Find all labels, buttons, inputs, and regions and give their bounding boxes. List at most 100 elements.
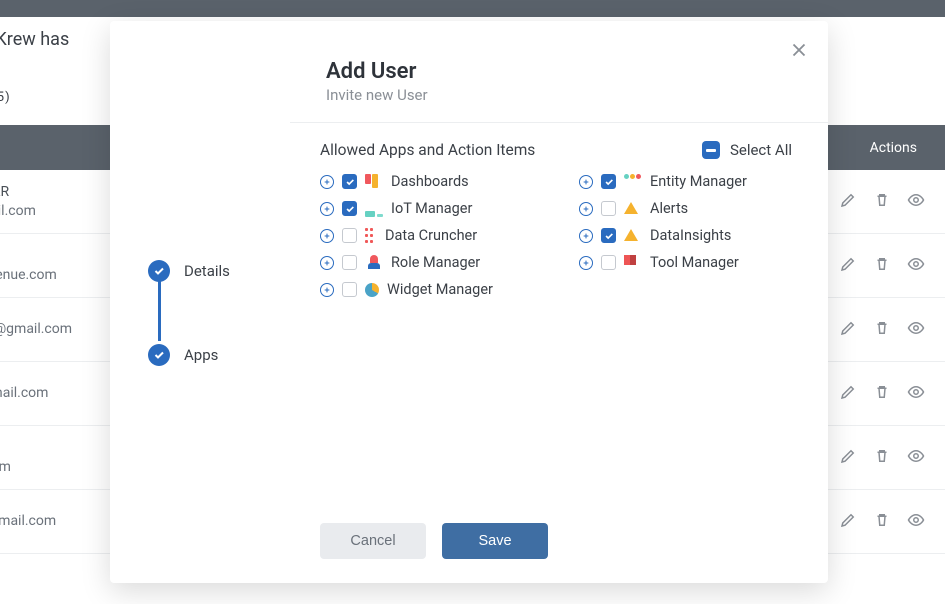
row-actions <box>839 255 945 277</box>
trash-icon[interactable] <box>873 511 891 533</box>
eye-icon[interactable] <box>907 447 925 469</box>
app-item: Widget Manager <box>320 281 533 298</box>
app-item: Tool Manager <box>579 254 792 271</box>
app-label: Widget Manager <box>387 281 493 298</box>
row-actions <box>839 383 945 405</box>
eye-icon[interactable] <box>907 191 925 213</box>
app-item: Role Manager <box>320 254 533 271</box>
app-checkbox[interactable] <box>342 228 357 243</box>
row-text: rasia <-avenue.com <box>0 247 57 285</box>
eye-icon[interactable] <box>907 255 925 277</box>
check-icon <box>148 344 170 366</box>
expand-icon[interactable] <box>320 283 334 297</box>
expand-icon[interactable] <box>579 202 593 216</box>
modal-subtitle: Invite new User <box>326 86 792 104</box>
app-item: Alerts <box>579 200 792 217</box>
edit-icon[interactable] <box>839 447 857 469</box>
eye-icon[interactable] <box>907 319 925 341</box>
expand-icon[interactable] <box>320 229 334 243</box>
app-label: Alerts <box>650 200 688 217</box>
app-icon <box>365 228 377 244</box>
app-item: DataInsights <box>579 227 792 244</box>
app-item: Data Cruncher <box>320 227 533 244</box>
check-icon <box>148 260 170 282</box>
app-label: Role Manager <box>391 254 480 271</box>
apps-left-col: Dashboards IoT Manager Data Cruncher Rol… <box>320 173 533 298</box>
expand-icon[interactable] <box>579 175 593 189</box>
app-checkbox[interactable] <box>342 282 357 297</box>
trash-icon[interactable] <box>873 319 891 341</box>
row-actions <box>839 191 945 213</box>
expand-icon[interactable] <box>320 202 334 216</box>
trash-icon[interactable] <box>873 447 891 469</box>
app-icon <box>624 228 642 244</box>
modal-stepper: Details Apps <box>110 21 290 583</box>
app-icon <box>624 255 642 271</box>
edit-icon[interactable] <box>839 383 857 405</box>
row-actions <box>839 511 945 533</box>
modal-body: Allowed Apps and Action Items Select All… <box>290 123 828 523</box>
cancel-button[interactable]: Cancel <box>320 523 426 559</box>
step-apps[interactable]: Apps <box>148 344 290 366</box>
indeterminate-checkbox-icon <box>702 141 720 159</box>
row-text: @gmail.com <box>0 384 48 403</box>
add-user-modal: Details Apps Add User Invite new User Al… <box>110 21 828 583</box>
app-checkbox[interactable] <box>342 201 357 216</box>
row-text: UMAR gmail.com <box>0 183 36 221</box>
modal-title: Add User <box>326 59 792 84</box>
expand-icon[interactable] <box>579 229 593 243</box>
modal-main: Add User Invite new User Allowed Apps an… <box>290 21 828 583</box>
edit-icon[interactable] <box>839 255 857 277</box>
expand-icon[interactable] <box>320 256 334 270</box>
app-label: Data Cruncher <box>385 227 477 244</box>
app-label: Tool Manager <box>650 254 739 271</box>
app-label: Dashboards <box>391 173 469 190</box>
select-all-label: Select All <box>730 141 792 159</box>
row-text: n@gmail.com <box>0 512 56 531</box>
app-checkbox[interactable] <box>601 174 616 189</box>
trash-icon[interactable] <box>873 255 891 277</box>
app-checkbox[interactable] <box>342 255 357 270</box>
edit-icon[interactable] <box>839 319 857 341</box>
row-actions <box>839 447 945 469</box>
eye-icon[interactable] <box>907 511 925 533</box>
app-checkbox[interactable] <box>601 228 616 243</box>
select-all[interactable]: Select All <box>702 141 792 159</box>
step-label: Details <box>184 262 230 280</box>
eye-icon[interactable] <box>907 383 925 405</box>
expand-icon[interactable] <box>320 175 334 189</box>
app-checkbox[interactable] <box>342 174 357 189</box>
app-icon <box>624 174 642 190</box>
step-details[interactable]: Details <box>148 260 290 282</box>
expand-icon[interactable] <box>579 256 593 270</box>
section-row: Allowed Apps and Action Items Select All <box>320 141 792 159</box>
edit-icon[interactable] <box>839 191 857 213</box>
app-checkbox[interactable] <box>601 201 616 216</box>
modal-header: Add User Invite new User <box>290 21 828 123</box>
app-label: DataInsights <box>650 227 731 244</box>
app-icon <box>365 174 383 190</box>
row-text: / w.com <box>0 439 11 477</box>
app-checkbox[interactable] <box>601 255 616 270</box>
modal-footer: Cancel Save <box>290 523 828 583</box>
app-label: IoT Manager <box>391 200 472 217</box>
edit-icon[interactable] <box>839 511 857 533</box>
bg-actions-header: Actions <box>870 140 945 156</box>
app-item: IoT Manager <box>320 200 533 217</box>
row-text: 991@gmail.com <box>0 320 72 339</box>
trash-icon[interactable] <box>873 383 891 405</box>
step-label: Apps <box>184 346 218 364</box>
app-icon <box>624 201 642 217</box>
trash-icon[interactable] <box>873 191 891 213</box>
app-icon <box>365 201 383 217</box>
app-item: Dashboards <box>320 173 533 190</box>
app-item: Entity Manager <box>579 173 792 190</box>
section-title: Allowed Apps and Action Items <box>320 141 535 159</box>
app-icon <box>365 255 383 271</box>
save-button[interactable]: Save <box>442 523 548 559</box>
apps-right-col: Entity Manager Alerts DataInsights Tool … <box>579 173 792 298</box>
app-label: Entity Manager <box>650 173 747 190</box>
row-actions <box>839 319 945 341</box>
bg-topbar <box>0 0 945 17</box>
app-icon <box>365 283 379 297</box>
